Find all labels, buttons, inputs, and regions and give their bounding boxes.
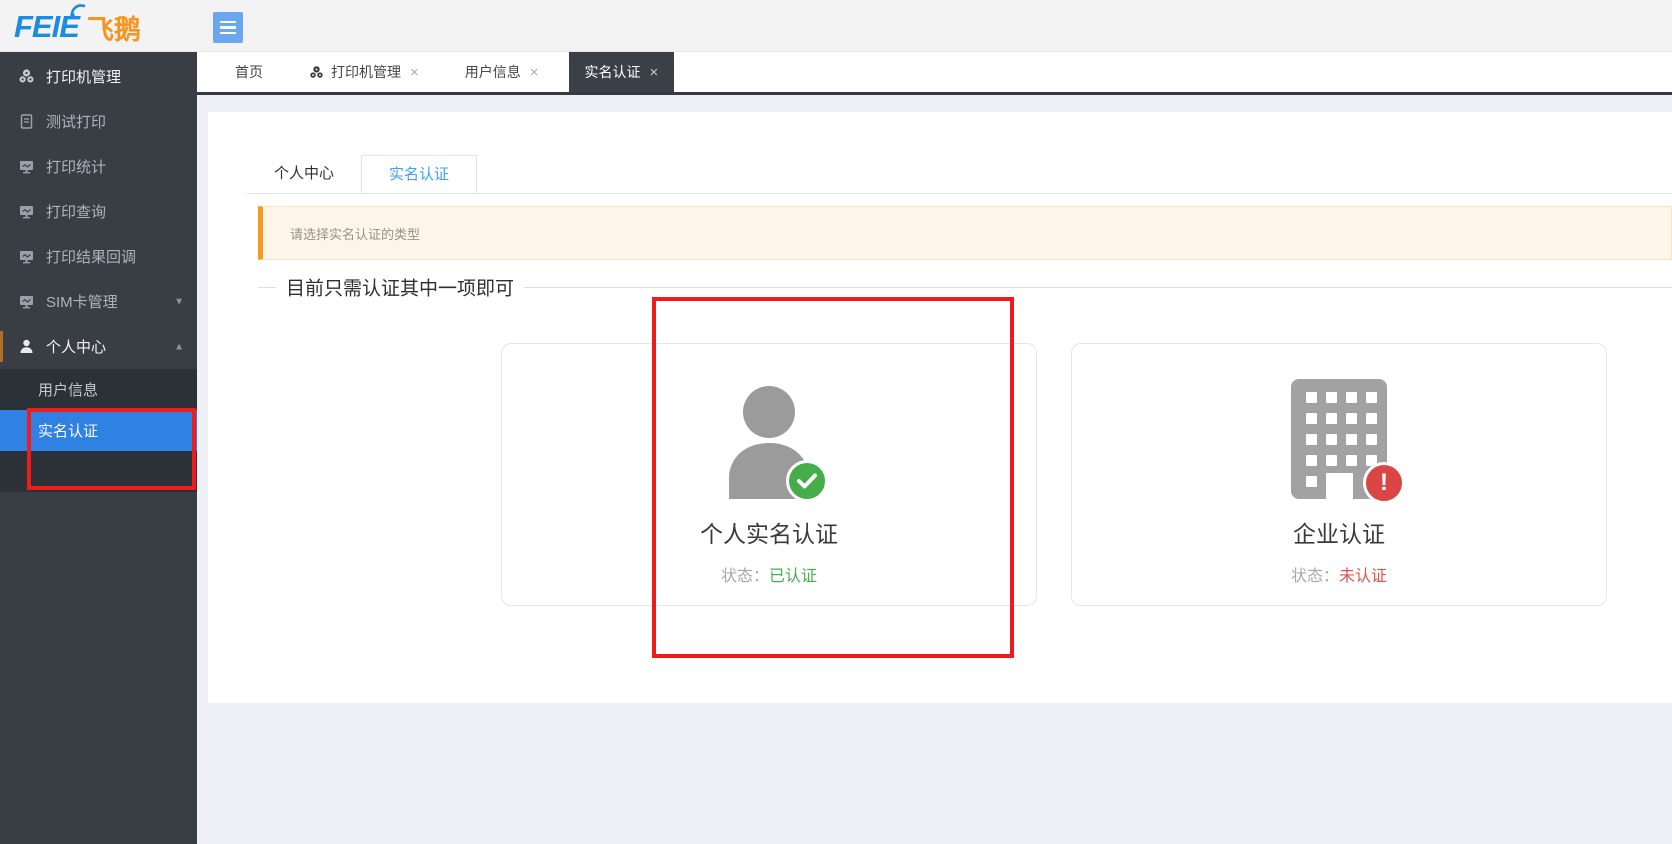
sidebar-item-label: 打印机管理 [46, 66, 121, 87]
sidebar-item-label: 打印查询 [46, 201, 106, 222]
building-icon-wrap: ! [1291, 377, 1387, 499]
submenu-empty-row [0, 451, 197, 492]
sidebar-item-label: SIM卡管理 [46, 291, 118, 312]
monitor-chart-icon [18, 293, 35, 310]
printers-cluster-icon [309, 65, 324, 80]
tab-printer-management[interactable]: 打印机管理 × [293, 52, 435, 92]
monitor-chart-icon [18, 203, 35, 220]
warning-alert: 请选择实名认证的类型 [258, 206, 1672, 260]
printers-cluster-icon [18, 68, 35, 85]
hamburger-icon [220, 21, 236, 24]
tab-label: 打印机管理 [331, 62, 401, 82]
card-status: 状态：已认证 [721, 562, 817, 586]
monitor-chart-icon [18, 248, 35, 265]
content-tab-real-name-auth[interactable]: 实名认证 [361, 155, 477, 193]
card-title: 企业认证 [1293, 515, 1385, 549]
logo-text-cn: 飞鹅 [87, 8, 141, 47]
close-icon[interactable]: × [530, 65, 539, 80]
tab-label: 用户信息 [465, 62, 521, 82]
card-title: 个人实名认证 [700, 515, 838, 549]
exclamation-glyph: ! [1380, 469, 1388, 497]
submenu-item-label: 实名认证 [38, 420, 98, 441]
status-value: 未认证 [1339, 568, 1387, 585]
sidebar-item-label: 个人中心 [46, 336, 106, 357]
section-divider: 目前只需认证其中一项即可 [258, 276, 1672, 298]
content-tab-label: 个人中心 [274, 165, 334, 182]
chevron-up-icon: ▲ [174, 341, 184, 352]
monitor-chart-icon [18, 158, 35, 175]
tab-label: 首页 [235, 62, 263, 82]
open-pages-tabbar: 首页 打印机管理 × 用户信息 × 实名认证 × [197, 52, 1672, 95]
divider-text: 目前只需认证其中一项即可 [276, 274, 524, 301]
alert-text: 请选择实名认证的类型 [290, 224, 420, 243]
submenu-item-label: 用户信息 [38, 379, 98, 400]
card-status: 状态：未认证 [1291, 562, 1387, 586]
person-icon-wrap [724, 377, 814, 499]
tab-home[interactable]: 首页 [219, 52, 279, 92]
sidebar-item-printer-management[interactable]: 打印机管理 [0, 54, 197, 99]
status-label: 状态： [1291, 568, 1339, 585]
sidebar-item-label: 测试打印 [46, 111, 106, 132]
sidebar-item-print-query[interactable]: 打印查询 [0, 189, 197, 234]
sidebar-item-sim-management[interactable]: SIM卡管理 ▼ [0, 279, 197, 324]
submenu-item-real-name-auth[interactable]: 实名认证 [0, 410, 197, 451]
wifi-signal-icon [68, 2, 90, 18]
brand-logo: FEIE 飞鹅 [14, 6, 141, 48]
sidebar-item-label: 打印结果回调 [46, 246, 136, 267]
sidebar-item-print-stats[interactable]: 打印统计 [0, 144, 197, 189]
sidebar-toggle-button[interactable] [213, 12, 243, 43]
enterprise-auth-card[interactable]: ! 企业认证 状态：未认证 [1071, 343, 1607, 606]
close-icon[interactable]: × [410, 65, 419, 80]
status-label: 状态： [721, 568, 769, 585]
personal-auth-card[interactable]: 个人实名认证 状态：已认证 [501, 343, 1037, 606]
document-icon [18, 113, 35, 130]
sidebar-item-test-print[interactable]: 测试打印 [0, 99, 197, 144]
check-badge-icon [786, 460, 828, 502]
top-header: FEIE 飞鹅 [0, 0, 1672, 52]
content-tab-label: 实名认证 [389, 166, 449, 183]
sidebar-nav: 打印机管理 测试打印 打印统计 打印查询 打印结果回调 [0, 52, 197, 844]
content-tab-personal-center[interactable]: 个人中心 [247, 155, 361, 193]
exclamation-badge-icon: ! [1363, 462, 1405, 504]
sidebar-item-personal-center[interactable]: 个人中心 ▲ [0, 324, 197, 369]
tab-user-info[interactable]: 用户信息 × [449, 52, 555, 92]
content-tabs: 个人中心 实名认证 [247, 155, 1672, 194]
sidebar-item-label: 打印统计 [46, 156, 106, 177]
main-content-panel: 个人中心 实名认证 请选择实名认证的类型 目前只需认证其中一项即可 [208, 112, 1672, 703]
tab-real-name-auth[interactable]: 实名认证 × [569, 52, 675, 92]
tab-label: 实名认证 [585, 62, 641, 82]
submenu-item-user-info[interactable]: 用户信息 [0, 369, 197, 410]
app-screen: FEIE 飞鹅 打印机管理 测试打印 [0, 0, 1672, 844]
user-icon [18, 338, 35, 355]
status-value: 已认证 [769, 568, 817, 585]
sidebar-item-print-callback[interactable]: 打印结果回调 [0, 234, 197, 279]
close-icon[interactable]: × [650, 65, 659, 80]
chevron-down-icon: ▼ [174, 296, 184, 307]
personal-center-submenu: 用户信息 实名认证 [0, 369, 197, 492]
